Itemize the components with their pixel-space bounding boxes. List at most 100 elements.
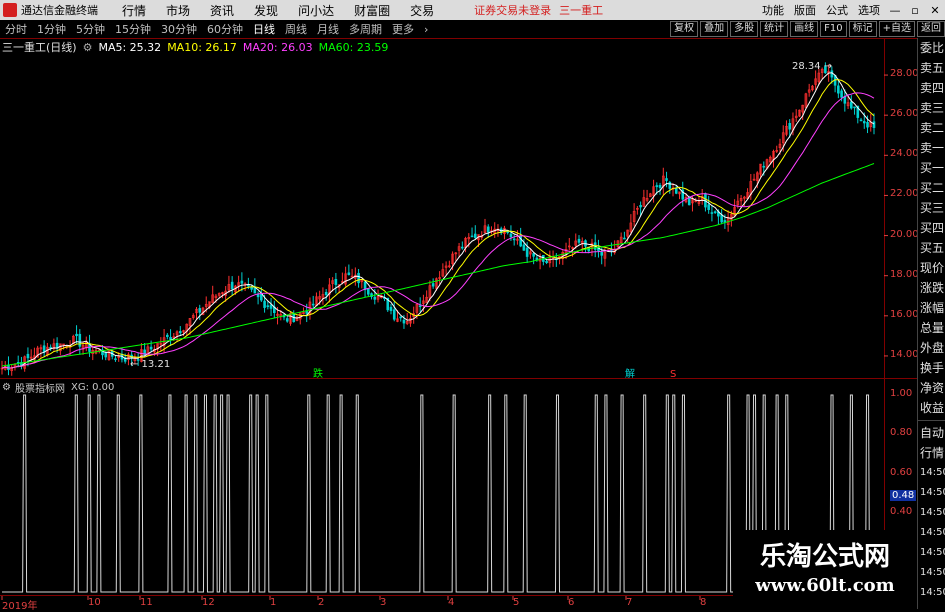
price-tick-label: 18.00	[890, 268, 919, 280]
candle-body	[655, 185, 659, 188]
candle-body	[509, 233, 513, 238]
candle-body	[75, 333, 78, 337]
quote-panel-item[interactable]: 外盘	[918, 338, 945, 358]
candle-body	[577, 238, 581, 243]
date-tick-label: 2019年	[2, 601, 38, 612]
candle-body	[720, 214, 723, 223]
quote-panel-item[interactable]: 自动	[918, 423, 945, 443]
quote-panel-item[interactable]: 14:50	[918, 463, 945, 483]
date-tick-label: 1	[270, 597, 277, 608]
quote-panel-item[interactable]: 涨跌	[918, 278, 945, 298]
candle-body	[373, 296, 377, 300]
candle-body	[674, 188, 678, 194]
watermark-line2: www.60lt.com	[755, 575, 895, 596]
candle-body	[367, 288, 370, 295]
low-annotation: ← 13.21	[130, 359, 170, 370]
candle-body	[389, 306, 393, 311]
quote-panel-item[interactable]: 卖五	[918, 58, 945, 78]
candle-body	[285, 318, 289, 322]
quote-panel-item[interactable]: 14:50	[918, 523, 945, 543]
date-tick-label: 7	[626, 597, 633, 608]
ma10-line	[1, 79, 875, 369]
candle-body	[788, 123, 792, 130]
quote-panel-item[interactable]: 买三	[918, 198, 945, 218]
quote-panel-item[interactable]: 买二	[918, 178, 945, 198]
candle-body	[853, 106, 856, 109]
candle-body	[658, 184, 662, 188]
price-tick-label: 14.00	[890, 348, 919, 360]
date-tick-label: 5	[513, 597, 520, 608]
quote-panel-item[interactable]: 现价	[918, 258, 945, 278]
candle-body	[486, 226, 490, 233]
event-marker-1: 跌	[313, 367, 323, 380]
sub-tick-label: 0.40	[890, 506, 913, 518]
candle-body	[850, 101, 853, 109]
chart-canvas[interactable]: ← 13.21 28.34 → 跌 解 S	[0, 0, 945, 609]
candle-body	[256, 293, 260, 298]
candle-body	[266, 305, 270, 307]
quote-panel-item[interactable]: 总量	[918, 318, 945, 338]
candle-body	[862, 121, 866, 124]
sub-tick-label: 0.80	[890, 427, 913, 439]
price-tick-label: 24.00	[890, 148, 919, 160]
candle-body	[545, 261, 548, 263]
candle-body	[334, 279, 338, 285]
price-tick-label: 20.00	[890, 228, 919, 240]
date-tick-label: 8	[700, 597, 707, 608]
quote-panel-item[interactable]: 行情	[918, 443, 945, 463]
candle-body	[872, 121, 876, 128]
quote-panel-item[interactable]: 收益	[918, 398, 945, 418]
candle-body	[639, 205, 642, 208]
quote-panel-item[interactable]: 14:50	[918, 583, 945, 603]
date-tick-label: 4	[448, 597, 455, 608]
date-tick-label: 10	[88, 597, 101, 608]
candle-body	[866, 121, 869, 128]
ma60-line	[1, 163, 875, 367]
candle-body	[324, 291, 328, 296]
candle-body	[461, 246, 464, 249]
candle-body	[623, 237, 626, 240]
candle-body	[269, 304, 273, 309]
quote-panel-item[interactable]: 卖二	[918, 118, 945, 138]
date-tick-label: 6	[568, 597, 575, 608]
quote-panel-item[interactable]: 买五	[918, 238, 945, 258]
candle-body	[470, 235, 474, 238]
quote-panel-item[interactable]: 14:50	[918, 503, 945, 523]
ma20-line	[1, 92, 875, 369]
quote-panel-item[interactable]: 14:50	[918, 543, 945, 563]
watermark: 乐淘公式网 www.60lt.com	[733, 530, 917, 609]
candle-body	[762, 165, 766, 168]
quote-panel-item[interactable]: 买四	[918, 218, 945, 238]
date-tick-label: 12	[202, 597, 215, 608]
quote-panel-item[interactable]: 委比	[918, 38, 945, 58]
candle-body	[240, 280, 244, 284]
candle-body	[198, 308, 202, 313]
date-tick-label: 2	[318, 597, 325, 608]
watermark-line1: 乐淘公式网	[759, 542, 890, 572]
candle-body	[600, 251, 604, 256]
ma5-line	[1, 72, 875, 369]
candle-body	[710, 212, 714, 214]
candle-body	[525, 247, 529, 257]
quote-panel-item[interactable]: 卖四	[918, 78, 945, 98]
quote-panel-item[interactable]: 买一	[918, 158, 945, 178]
quote-panel-item[interactable]: 卖三	[918, 98, 945, 118]
date-tick-label: 3	[380, 597, 387, 608]
candle-body	[399, 316, 403, 319]
price-tick-label: 28.00	[890, 68, 919, 80]
candle-body	[104, 351, 108, 358]
candle-body	[311, 303, 315, 306]
quote-panel-item[interactable]: 涨幅	[918, 298, 945, 318]
candle-body	[840, 90, 843, 98]
candle-body	[26, 353, 30, 359]
price-tick-label: 26.00	[890, 108, 919, 120]
quote-panel-item[interactable]: 换手	[918, 358, 945, 378]
price-tick-label: 16.00	[890, 308, 919, 320]
quote-panel-item[interactable]: 净资	[918, 378, 945, 398]
candle-body	[247, 284, 250, 287]
quote-panel-item[interactable]: 14:50	[918, 563, 945, 583]
quote-panel-item[interactable]: 卖一	[918, 138, 945, 158]
candle-body	[114, 358, 117, 361]
quote-panel-item[interactable]: 14:50	[918, 483, 945, 503]
sub-tick-label: 0.48	[890, 490, 917, 502]
